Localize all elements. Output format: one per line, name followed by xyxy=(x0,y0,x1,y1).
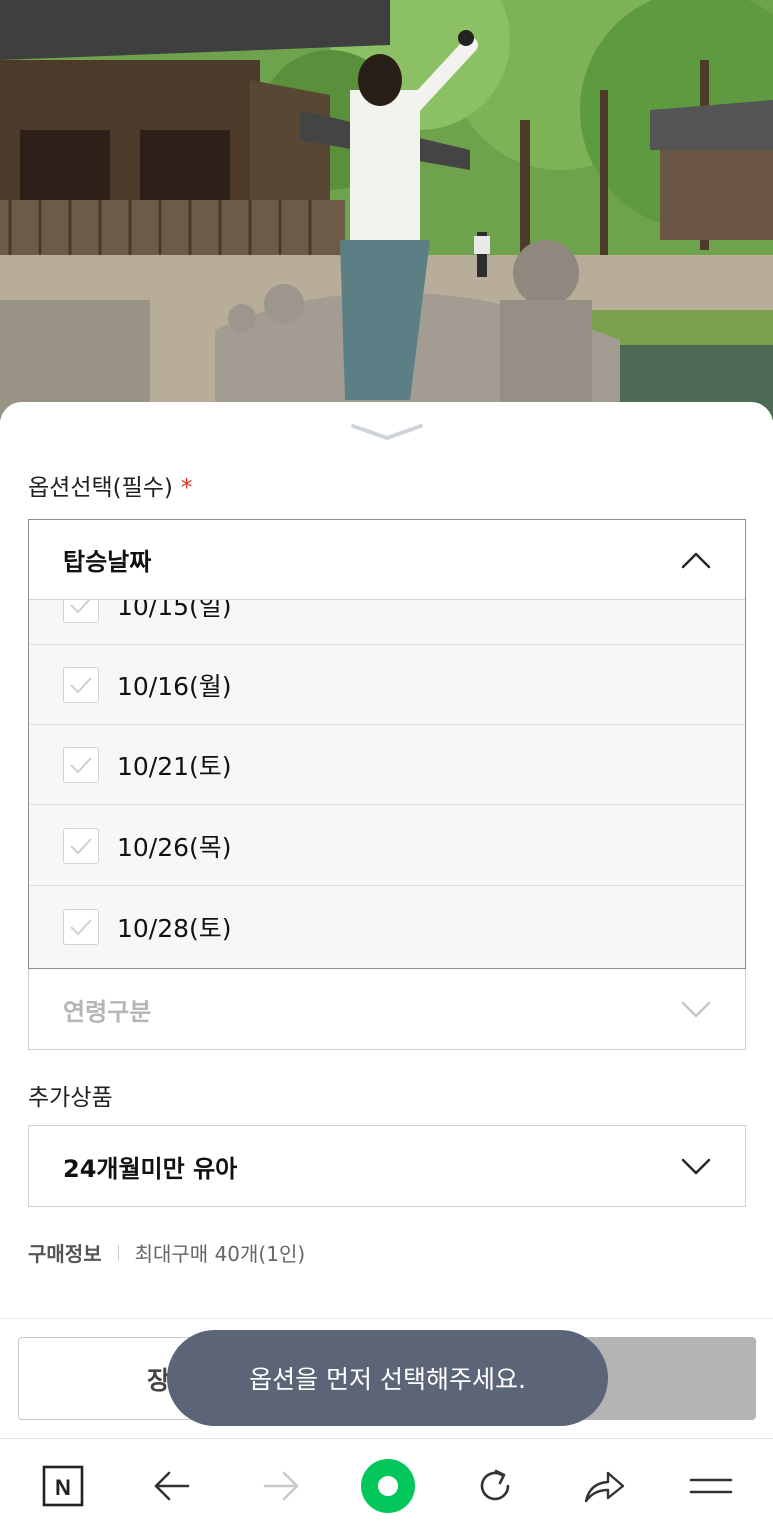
date-option-label: 10/15(일) xyxy=(117,600,232,621)
option-bottom-sheet: 옵션선택(필수) * 탑승날짜 10/15(일) 10/16(월) 10/21(… xyxy=(0,402,773,1531)
boarding-date-label: 탑승날짜 xyxy=(63,548,152,576)
date-option-item[interactable]: 10/21(토) xyxy=(29,725,745,805)
required-mark: * xyxy=(180,475,193,501)
refresh-button[interactable] xyxy=(470,1461,520,1511)
check-icon xyxy=(70,756,92,773)
share-button[interactable] xyxy=(579,1461,629,1511)
extra-product-selected: 24개월미만 유아 xyxy=(63,1154,238,1183)
checkbox[interactable] xyxy=(63,666,99,703)
chevron-up-icon xyxy=(681,552,711,568)
check-icon xyxy=(70,919,92,936)
section-divider xyxy=(0,1318,773,1319)
back-arrow-icon xyxy=(154,1471,190,1501)
date-option-item[interactable]: 10/28(토) xyxy=(29,887,745,967)
chevron-down-icon xyxy=(681,1158,711,1175)
naver-home-button[interactable]: N xyxy=(38,1461,88,1511)
extra-product-dropdown[interactable]: 24개월미만 유아 xyxy=(28,1125,746,1207)
share-icon xyxy=(584,1471,625,1503)
option-section-title: 옵션선택(필수) * xyxy=(28,468,192,502)
green-dot-icon xyxy=(361,1459,415,1513)
age-group-dropdown[interactable]: 연령구분 xyxy=(28,969,746,1050)
refresh-icon xyxy=(480,1469,510,1501)
purchase-info: 구매정보 최대구매 40개(1인) xyxy=(28,1238,305,1267)
naver-home-letter: N xyxy=(55,1475,71,1500)
product-photo xyxy=(0,0,773,420)
toast-message: 옵션을 먼저 선택해주세요. xyxy=(167,1330,608,1426)
date-option-label: 10/21(토) xyxy=(117,751,232,781)
chevron-down-icon xyxy=(681,1001,711,1018)
checkbox[interactable] xyxy=(63,909,99,945)
back-button[interactable] xyxy=(147,1461,197,1511)
date-option-item[interactable]: 10/15(일) xyxy=(29,600,745,645)
menu-icon xyxy=(689,1478,733,1494)
date-option-label: 10/26(목) xyxy=(117,832,232,862)
checkbox[interactable] xyxy=(63,827,99,864)
boarding-date-dropdown-header[interactable]: 탑승날짜 xyxy=(29,520,745,600)
check-icon xyxy=(70,600,91,613)
sheet-collapse-chevron-icon[interactable] xyxy=(349,420,425,444)
check-icon xyxy=(70,837,92,854)
browser-toolbar: N xyxy=(0,1438,773,1531)
divider xyxy=(117,1244,119,1261)
option-title-text: 옵션선택(필수) xyxy=(28,475,173,501)
purchase-info-key: 구매정보 xyxy=(28,1242,102,1266)
naver-home-icon: N xyxy=(42,1465,84,1507)
forward-button[interactable] xyxy=(256,1461,306,1511)
purchase-info-value: 최대구매 40개(1인) xyxy=(134,1242,306,1266)
date-option-item[interactable]: 10/16(월) xyxy=(29,645,745,725)
boarding-date-list[interactable]: 10/15(일) 10/16(월) 10/21(토) 10/26(목) 10/2… xyxy=(29,600,745,968)
date-option-label: 10/28(토) xyxy=(117,914,232,943)
boarding-date-dropdown: 탑승날짜 10/15(일) 10/16(월) 10/21(토) 10/26(목)… xyxy=(28,519,746,969)
checkbox[interactable] xyxy=(63,600,99,623)
check-icon xyxy=(70,676,92,693)
checkbox[interactable] xyxy=(63,746,99,783)
product-photo-illustration xyxy=(0,0,773,420)
age-group-label: 연령구분 xyxy=(63,997,152,1026)
green-dot-button[interactable] xyxy=(359,1457,417,1515)
menu-button[interactable] xyxy=(686,1461,736,1511)
extra-product-title: 추가상품 xyxy=(28,1085,113,1111)
forward-arrow-icon xyxy=(263,1471,299,1501)
date-option-label: 10/16(월) xyxy=(117,671,232,701)
date-option-item[interactable]: 10/26(목) xyxy=(29,806,745,886)
